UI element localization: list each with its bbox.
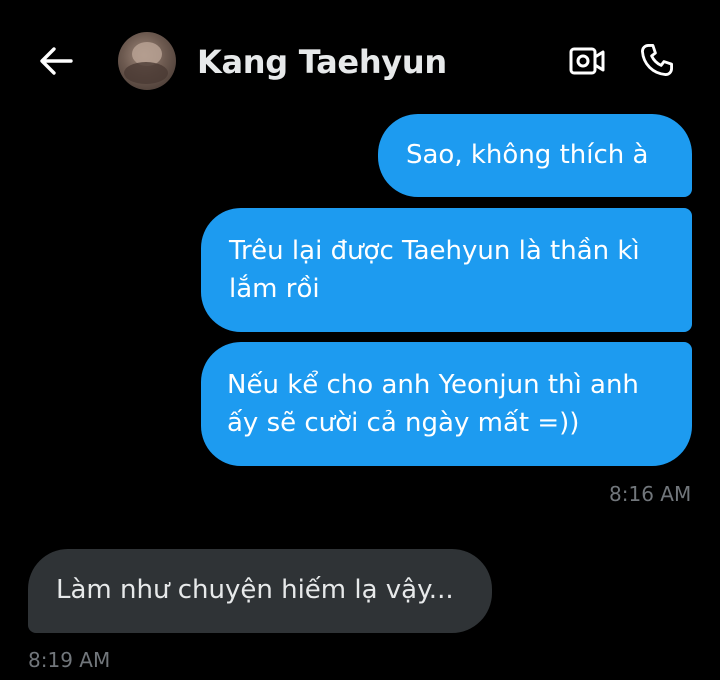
message-timestamp: 8:19 AM xyxy=(28,648,111,672)
voice-call-button[interactable] xyxy=(636,38,678,82)
message-timestamp: 8:16 AM xyxy=(609,482,692,506)
video-call-button[interactable] xyxy=(566,40,608,82)
conversation-header: Kang Taehyun xyxy=(0,0,720,110)
message-bubble-sent[interactable]: Trêu lại được Taehyun là thần kì lắm rồi xyxy=(201,208,692,332)
avatar[interactable] xyxy=(118,32,176,90)
contact-name[interactable]: Kang Taehyun xyxy=(197,42,447,82)
video-camera-icon xyxy=(569,47,605,75)
message-text: Làm như chuyện hiếm lạ vậy... xyxy=(56,575,454,605)
arrow-left-icon xyxy=(40,47,73,75)
message-text: Trêu lại được Taehyun là thần kì lắm rồi xyxy=(229,236,640,304)
message-bubble-received[interactable]: Làm như chuyện hiếm lạ vậy... xyxy=(28,549,492,633)
message-text: Sao, không thích à xyxy=(406,140,649,170)
phone-icon xyxy=(641,44,673,76)
message-text: Nếu kể cho anh Yeonjun thì anh ấy sẽ cườ… xyxy=(227,370,639,438)
avatar-photo-shadow xyxy=(124,62,168,84)
message-bubble-sent[interactable]: Nếu kể cho anh Yeonjun thì anh ấy sẽ cườ… xyxy=(201,342,692,466)
message-bubble-sent[interactable]: Sao, không thích à xyxy=(378,114,692,197)
back-button[interactable] xyxy=(32,38,80,84)
